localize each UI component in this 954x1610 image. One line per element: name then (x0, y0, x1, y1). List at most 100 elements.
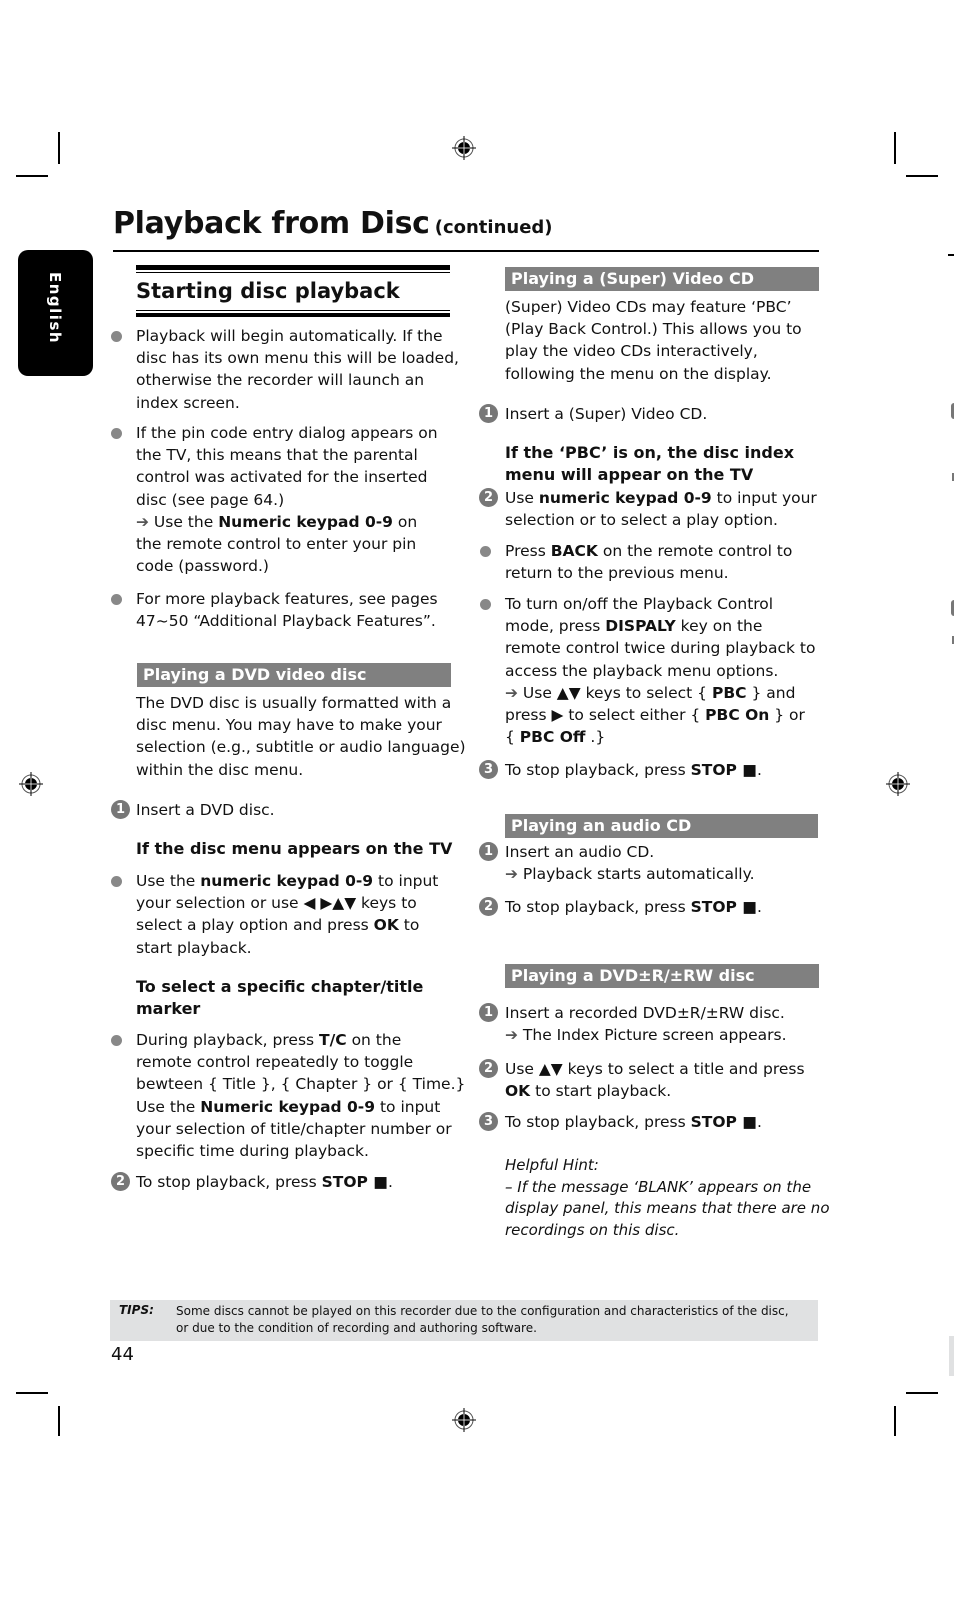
text-line: Some discs cannot be played on this reco… (176, 1304, 789, 1318)
registration-mark-icon (452, 136, 476, 160)
step-number-icon: 1 (111, 800, 130, 819)
step-number-icon: 2 (479, 488, 498, 507)
bold-text: BACK (550, 542, 598, 560)
text-span: to (398, 916, 420, 935)
bullet-icon (111, 428, 122, 439)
crop-mark (894, 1406, 896, 1436)
text-span: . (387, 1173, 393, 1191)
text-line: disc has its own menu this will be loade… (136, 349, 459, 368)
text-span: { (505, 728, 520, 747)
text-line: remote control twice during playback to (505, 639, 816, 658)
crop-mark (58, 1406, 60, 1436)
step-number-icon: 2 (111, 1172, 130, 1191)
text-span: } and (746, 683, 796, 702)
step-number-icon: 1 (479, 842, 498, 861)
text-line: code (password.) (136, 557, 269, 576)
text-line: mode, press DISPALY key on the (505, 615, 815, 637)
text-line: access the playback menu options. (505, 661, 779, 680)
bold-text: numeric keypad 0-9 (200, 872, 374, 890)
text-line: bewteen { Title }, { Chapter } or { Time… (136, 1075, 466, 1094)
paragraph: Use the numeric keypad 0-9 to input your… (136, 870, 438, 959)
paragraph: Press BACK on the remote control to retu… (505, 540, 792, 584)
text-line: Insert a recorded DVD±R/±RW disc. (505, 1004, 785, 1022)
text-line: Use ▲▼ keys to select a title and press (505, 1060, 805, 1078)
text-line: selection (e.g., subtitle or audio langu… (136, 738, 466, 757)
text-line: index screen. (136, 393, 240, 412)
page-title: Playback from Disc (continued) (113, 206, 819, 252)
text-line: To turn on/off the Playback Control (505, 595, 774, 613)
text-line: Use numeric keypad 0-9 to input your (505, 487, 817, 509)
arrow-icon: ➔ (136, 512, 149, 531)
subheading: If the ‘PBC’ is on, the disc index menu … (505, 442, 794, 486)
text-line: selection or to select a play option. (505, 511, 778, 530)
bold-text: Numeric keypad 0-9 (200, 1097, 376, 1116)
text-line: If the ‘PBC’ is on, the disc index (505, 443, 795, 462)
bold-text: OK (373, 916, 399, 935)
text-span: on (392, 512, 418, 531)
section-heading: Starting disc playback (136, 279, 400, 303)
bold-text: Numeric keypad 0-9 (218, 512, 393, 531)
page-edge-mark (949, 1336, 954, 1376)
text-span: . (756, 898, 762, 916)
text-line: or due to the condition of recording and… (176, 1321, 537, 1335)
text-line: disc menu. You may have to make your (136, 716, 442, 735)
paragraph: The DVD disc is usually formatted with a… (136, 692, 466, 781)
registration-mark-icon (886, 772, 910, 796)
text-line: otherwise the recorder will launch an (136, 371, 425, 390)
text-line: control was activated for the inserted (136, 468, 428, 487)
text-line: play the video CDs interactively, (505, 342, 758, 361)
text-span: on the remote control to (597, 542, 793, 560)
text-span: to start playback. (530, 1082, 672, 1101)
step-text: Insert a recorded DVD±R/±RW disc. ➔ The … (505, 1002, 787, 1046)
text-span: Press (505, 542, 551, 560)
bullet-icon (480, 599, 491, 610)
text-line: display panel, this means that there are… (505, 1199, 830, 1217)
text-line: 47~50 “Additional Playback Features”. (136, 612, 436, 631)
step-text: Use numeric keypad 0-9 to input your sel… (505, 487, 817, 531)
step-number-icon: 1 (479, 404, 498, 423)
text-span: . (756, 1113, 762, 1131)
text-span: To stop playback, press (505, 1113, 691, 1131)
arrow-icon: ➔ (505, 1026, 518, 1045)
paragraph: To turn on/off the Playback Control mode… (505, 593, 815, 748)
text-line: (Super) Video CDs may feature ‘PBC’ (505, 298, 792, 316)
text-line: The DVD disc is usually formatted with a (136, 694, 452, 712)
text-span: to input your (711, 489, 817, 507)
text-line: – If the message ‘BLANK’ appears on the (505, 1177, 812, 1196)
paragraph: (Super) Video CDs may feature ‘PBC’ (Pla… (505, 296, 802, 385)
text-line: During playback, press T/C on the (136, 1029, 465, 1051)
text-span: } or (769, 706, 805, 725)
text-line: within the disc menu. (136, 760, 304, 779)
text-line: Playback will begin automatically. If th… (136, 327, 443, 345)
text-line: To select a specific chapter/title (136, 977, 424, 996)
text-span: Use the (136, 1097, 201, 1116)
text-span: to input (373, 872, 439, 890)
page-number: 44 (111, 1344, 134, 1365)
text-span: To stop playback, press (136, 1173, 322, 1191)
tips-label: TIPS: (119, 1303, 154, 1317)
text-line: return to the previous menu. (505, 564, 729, 583)
crop-mark (16, 1392, 48, 1394)
step-number-icon: 3 (479, 760, 498, 779)
page-title-main: Playback from Disc (113, 206, 430, 241)
step-text: To stop playback, press STOP ■. (505, 1111, 762, 1133)
text-line: ➔ Use ▲▼ keys to select { PBC } and (505, 682, 815, 704)
text-span: To stop playback, press (505, 898, 691, 916)
paragraph: Playback will begin automatically. If th… (136, 325, 459, 414)
paragraph: If the pin code entry dialog appears on … (136, 422, 438, 577)
step-text: To stop playback, press STOP ■. (136, 1171, 393, 1193)
text-span: To stop playback, press (505, 761, 691, 779)
text-line: OK to start playback. (505, 1080, 805, 1102)
step-text: Use ▲▼ keys to select a title and press … (505, 1058, 805, 1102)
step-number-icon: 1 (479, 1003, 498, 1022)
crop-mark (894, 132, 896, 164)
helpful-hint: Helpful Hint: – If the message ‘BLANK’ a… (505, 1155, 830, 1241)
text-line: your selection of title/chapter number o… (136, 1119, 452, 1138)
text-line: start playback. (136, 938, 252, 957)
paragraph: During playback, press T/C on the remote… (136, 1029, 465, 1162)
text-line: following the menu on the display. (505, 364, 772, 383)
section-rule-bottom-thin (136, 310, 450, 311)
text-span: During playback, press (136, 1031, 320, 1049)
text-line: specific time during playback. (136, 1142, 369, 1161)
language-tab: English (18, 250, 93, 376)
